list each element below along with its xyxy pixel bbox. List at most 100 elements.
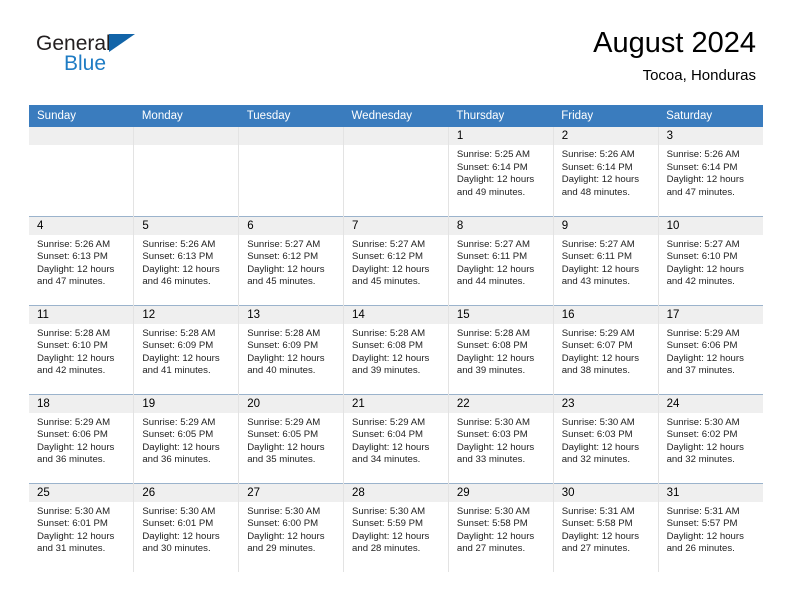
day-cell[interactable]: 16 Sunrise: 5:29 AM Sunset: 6:07 PM Dayligh… — [552, 304, 659, 394]
day-sun-info: Sunrise: 5:30 AM Sunset: 6:03 PM Daylight:… — [449, 413, 553, 467]
daylight-text: and 48 minutes. — [561, 186, 630, 198]
sunset-text: Sunset: 6:05 PM — [142, 429, 214, 441]
day-sun-info: Sunrise: 5:30 AM Sunset: 6:01 PM Daylight:… — [134, 502, 238, 556]
daylight-text: Daylight: 12 hours — [666, 174, 744, 186]
day-sun-info: Sunrise: 5:26 AM Sunset: 6:14 PM Daylight:… — [554, 145, 658, 199]
day-sun-info: Sunrise: 5:28 AM Sunset: 6:08 PM Daylight:… — [344, 324, 448, 378]
daylight-text: and 42 minutes. — [37, 365, 106, 377]
day-number: 21 — [344, 394, 448, 413]
day-cell[interactable]: 28 Sunrise: 5:30 AM Sunset: 5:59 PM Dayligh… — [343, 482, 449, 572]
day-cell[interactable]: 31 Sunrise: 5:31 AM Sunset: 5:57 PM Dayligh… — [657, 482, 763, 572]
sunset-text: Sunset: 6:10 PM — [37, 340, 108, 352]
daylight-text: and 47 minutes. — [37, 276, 106, 288]
day-cell[interactable]: 18 Sunrise: 5:29 AM Sunset: 6:06 PM Dayligh… — [29, 393, 134, 483]
calendar-grid-wrapper: Sunday Monday Tuesday Wednesday Thursday Frid… — [29, 105, 763, 572]
day-cell[interactable]: 6 Sunrise: 5:27 AM Sunset: 6:12 PM Daylight… — [238, 215, 344, 305]
day-number: 9 — [553, 216, 658, 235]
day-cell[interactable]: 2 Sunrise: 5:26 AM Sunset: 6:14 PM Daylight… — [552, 127, 659, 216]
day-cell[interactable]: 15 Sunrise: 5:28 AM Sunset: 6:08 PM Dayligh… — [447, 304, 554, 394]
day-number: 28 — [344, 483, 448, 502]
day-sun-info: Sunrise: 5:27 AM Sunset: 6:11 PM Daylight:… — [554, 235, 658, 289]
day-cell[interactable]: 5 Sunrise: 5:26 AM Sunset: 6:13 PM Daylight… — [133, 215, 239, 305]
day-sun-info: Sunrise: 5:31 AM Sunset: 5:57 PM Daylight:… — [659, 502, 763, 556]
sunrise-text: Sunrise: 5:27 AM — [247, 238, 321, 250]
daylight-text: and 36 minutes. — [37, 454, 106, 466]
day-cell[interactable]: 8 Sunrise: 5:27 AM Sunset: 6:11 PM Daylight… — [447, 215, 554, 305]
sunset-text: Sunset: 6:14 PM — [456, 161, 528, 173]
day-cell[interactable]: 25 Sunrise: 5:30 AM Sunset: 6:01 PM Dayligh… — [29, 482, 134, 572]
day-number: 17 — [658, 305, 763, 324]
day-sun-info: Sunrise: 5:27 AM Sunset: 6:11 PM Daylight:… — [449, 235, 553, 289]
day-number — [134, 127, 239, 145]
day-cell[interactable]: 29 Sunrise: 5:30 AM Sunset: 5:58 PM Dayligh… — [447, 482, 554, 572]
daylight-text: Daylight: 12 hours — [666, 263, 744, 275]
day-number: 12 — [134, 305, 239, 324]
daylight-text: and 35 minutes. — [247, 454, 316, 466]
daylight-text: Daylight: 12 hours — [352, 352, 430, 364]
day-sun-info: Sunrise: 5:29 AM Sunset: 6:07 PM Daylight:… — [554, 324, 658, 378]
sunrise-text: Sunrise: 5:29 AM — [142, 416, 216, 428]
sunset-text: Sunset: 6:12 PM — [247, 251, 319, 263]
day-cell[interactable]: 21 Sunrise: 5:29 AM Sunset: 6:04 PM Dayligh… — [343, 393, 449, 483]
daylight-text: Daylight: 12 hours — [142, 263, 220, 275]
daylight-text: and 39 minutes. — [352, 365, 421, 377]
day-cell[interactable]: 7 Sunrise: 5:27 AM Sunset: 6:12 PM Daylight… — [343, 215, 449, 305]
day-cell[interactable]: 10 Sunrise: 5:27 AM Sunset: 6:10 PM Dayligh… — [657, 215, 763, 305]
sunrise-text: Sunrise: 5:27 AM — [456, 238, 530, 250]
day-number: 11 — [29, 305, 134, 324]
sunrise-text: Sunrise: 5:30 AM — [456, 505, 530, 517]
day-number: 4 — [29, 216, 134, 235]
calendar-week-row: 25 Sunrise: 5:30 AM Sunset: 6:01 PM Dayligh… — [29, 482, 763, 572]
daylight-text: Daylight: 12 hours — [247, 352, 325, 364]
day-cell[interactable]: 3 Sunrise: 5:26 AM Sunset: 6:14 PM Daylight… — [657, 127, 763, 216]
day-cell[interactable]: 14 Sunrise: 5:28 AM Sunset: 6:08 PM Dayligh… — [343, 304, 449, 394]
brand-name-blue: Blue — [64, 52, 107, 75]
day-number: 29 — [448, 483, 553, 502]
sunset-text: Sunset: 6:11 PM — [456, 251, 528, 263]
day-cell[interactable]: 17 Sunrise: 5:29 AM Sunset: 6:06 PM Dayligh… — [657, 304, 763, 394]
day-cell[interactable]: 27 Sunrise: 5:30 AM Sunset: 6:00 PM Dayligh… — [238, 482, 344, 572]
daylight-text: Daylight: 12 hours — [247, 441, 325, 453]
weekday-header-row: Sunday Monday Tuesday Wednesday Thursday Frid… — [29, 105, 763, 127]
day-number: 31 — [658, 483, 763, 502]
brand-logo[interactable]: General Blue — [36, 32, 166, 82]
day-cell[interactable]: 12 Sunrise: 5:28 AM Sunset: 6:09 PM Dayligh… — [133, 304, 239, 394]
day-cell[interactable]: 13 Sunrise: 5:28 AM Sunset: 6:09 PM Dayligh… — [238, 304, 344, 394]
day-cell[interactable]: 9 Sunrise: 5:27 AM Sunset: 6:11 PM Daylight… — [552, 215, 659, 305]
daylight-text: Daylight: 12 hours — [456, 263, 535, 275]
day-cell[interactable]: 24 Sunrise: 5:30 AM Sunset: 6:02 PM Dayligh… — [657, 393, 763, 483]
day-cell[interactable]: 22 Sunrise: 5:30 AM Sunset: 6:03 PM Dayligh… — [447, 393, 554, 483]
daylight-text: Daylight: 12 hours — [352, 441, 430, 453]
daylight-text: and 31 minutes. — [37, 543, 106, 555]
day-cell[interactable]: 1 Sunrise: 5:25 AM Sunset: 6:14 PM Daylight… — [447, 127, 554, 216]
day-cell[interactable]: 20 Sunrise: 5:29 AM Sunset: 6:05 PM Dayligh… — [238, 393, 344, 483]
sunrise-text: Sunrise: 5:26 AM — [561, 149, 635, 160]
day-number: 5 — [134, 216, 239, 235]
page-title: August 2024 — [593, 27, 756, 59]
day-number: 3 — [658, 127, 763, 145]
daylight-text: Daylight: 12 hours — [247, 530, 325, 542]
day-sun-info: Sunrise: 5:29 AM Sunset: 6:04 PM Daylight:… — [344, 413, 448, 467]
day-cell[interactable]: 11 Sunrise: 5:28 AM Sunset: 6:10 PM Dayligh… — [29, 304, 134, 394]
sunset-text: Sunset: 6:06 PM — [37, 429, 108, 441]
day-sun-info: Sunrise: 5:28 AM Sunset: 6:09 PM Daylight:… — [134, 324, 238, 378]
day-cell[interactable]: 30 Sunrise: 5:31 AM Sunset: 5:58 PM Dayligh… — [552, 482, 659, 572]
day-cell[interactable]: 4 Sunrise: 5:26 AM Sunset: 6:13 PM Daylight… — [29, 215, 134, 305]
day-cell[interactable]: 19 Sunrise: 5:29 AM Sunset: 6:05 PM Dayligh… — [133, 393, 239, 483]
sunrise-text: Sunrise: 5:26 AM — [37, 238, 111, 250]
daylight-text: Daylight: 12 hours — [142, 530, 220, 542]
day-sun-info: Sunrise: 5:26 AM Sunset: 6:14 PM Daylight:… — [659, 145, 763, 199]
weekday-header-wednesday: Wednesday — [343, 105, 449, 127]
sunset-text: Sunset: 6:03 PM — [456, 429, 528, 441]
daylight-text: Daylight: 12 hours — [142, 352, 220, 364]
sunset-text: Sunset: 6:08 PM — [352, 340, 423, 352]
day-cell[interactable]: 26 Sunrise: 5:30 AM Sunset: 6:01 PM Dayligh… — [133, 482, 239, 572]
sunset-text: Sunset: 6:01 PM — [142, 518, 214, 530]
day-number: 7 — [344, 216, 448, 235]
day-cell[interactable]: 23 Sunrise: 5:30 AM Sunset: 6:03 PM Dayligh… — [552, 393, 659, 483]
sunrise-text: Sunrise: 5:29 AM — [561, 327, 635, 339]
daylight-text: Daylight: 12 hours — [37, 352, 115, 364]
calendar-head: Sunday Monday Tuesday Wednesday Thursday Frid… — [29, 105, 763, 127]
day-number: 25 — [29, 483, 134, 502]
sunrise-text: Sunrise: 5:31 AM — [561, 505, 635, 517]
